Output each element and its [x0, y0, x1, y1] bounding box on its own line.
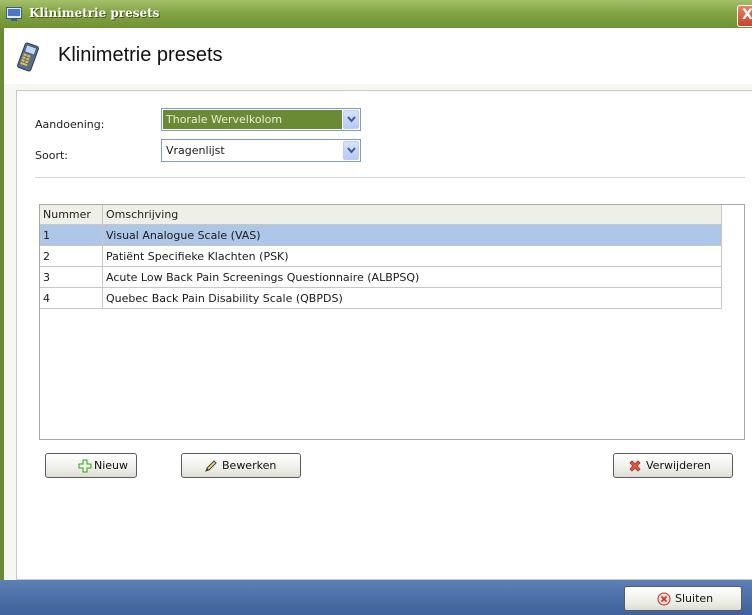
chevron-down-icon[interactable]	[343, 141, 359, 160]
table-row[interactable]: 4 Quebec Back Pain Disability Scale (QBP…	[40, 288, 722, 309]
close-button-label: Sluiten	[675, 592, 714, 605]
delete-x-icon	[629, 460, 641, 472]
cell-omschrijving: Quebec Back Pain Disability Scale (QBPDS…	[106, 292, 343, 305]
cell-nummer: 1	[43, 229, 50, 242]
page-title: Klinimetrie presets	[58, 44, 223, 66]
cell-nummer: 2	[43, 250, 50, 263]
title-bar[interactable]: Klinimetrie presets X	[0, 0, 752, 28]
cell-omschrijving: Visual Analogue Scale (VAS)	[106, 229, 261, 242]
close-circle-icon	[657, 592, 671, 606]
table-row[interactable]: 2 Patiënt Specifieke Klachten (PSK)	[40, 246, 722, 267]
app-icon	[6, 7, 22, 21]
pencil-icon	[205, 460, 217, 472]
app-window: Klinimetrie presets X Klinimetrie preset…	[0, 0, 752, 615]
cell-nummer: 3	[43, 271, 50, 284]
dialog-header: Klinimetrie presets	[4, 28, 752, 84]
table-header: Nummer Omschrijving	[40, 205, 722, 225]
close-button[interactable]: Sluiten	[624, 586, 742, 611]
presets-panel: Aandoening: Thorale Wervelkolom Soort: V…	[16, 90, 752, 580]
soort-label: Soort:	[35, 149, 68, 162]
cell-omschrijving: Patiënt Specifieke Klachten (PSK)	[106, 250, 289, 263]
cell-nummer: 4	[43, 292, 50, 305]
table-row[interactable]: 3 Acute Low Back Pain Screenings Questio…	[40, 267, 722, 288]
bottom-bar: Sluiten	[0, 580, 752, 615]
delete-button[interactable]: Verwijderen	[613, 453, 733, 478]
chevron-down-icon[interactable]	[343, 110, 359, 129]
edit-button-label: Bewerken	[222, 459, 277, 472]
pda-icon	[17, 42, 39, 72]
column-header-omschrijving[interactable]: Omschrijving	[106, 208, 178, 221]
column-divider[interactable]	[721, 205, 722, 225]
presets-table[interactable]: Nummer Omschrijving 1 Visual Analogue Sc…	[39, 204, 745, 440]
close-window-button[interactable]: X	[737, 5, 752, 27]
new-button-label: Nieuw	[94, 459, 129, 472]
plus-icon	[78, 459, 92, 473]
table-row[interactable]: 1 Visual Analogue Scale (VAS)	[40, 225, 722, 246]
column-divider[interactable]	[102, 205, 103, 225]
soort-select-value: Vragenlijst	[166, 144, 225, 157]
divider	[35, 177, 745, 178]
soort-select[interactable]: Vragenlijst	[161, 139, 361, 162]
window-title: Klinimetrie presets	[29, 6, 160, 20]
new-button[interactable]: Nieuw	[45, 453, 137, 478]
column-header-nummer[interactable]: Nummer	[43, 208, 91, 221]
edit-button[interactable]: Bewerken	[181, 453, 301, 478]
delete-button-label: Verwijderen	[646, 459, 711, 472]
dialog-body: Klinimetrie presets Aandoening: Thorale …	[4, 28, 752, 580]
aandoening-select-value: Thorale Wervelkolom	[163, 110, 342, 129]
aandoening-select[interactable]: Thorale Wervelkolom	[161, 108, 361, 131]
aandoening-label: Aandoening:	[35, 118, 105, 131]
cell-omschrijving: Acute Low Back Pain Screenings Questionn…	[106, 271, 420, 284]
